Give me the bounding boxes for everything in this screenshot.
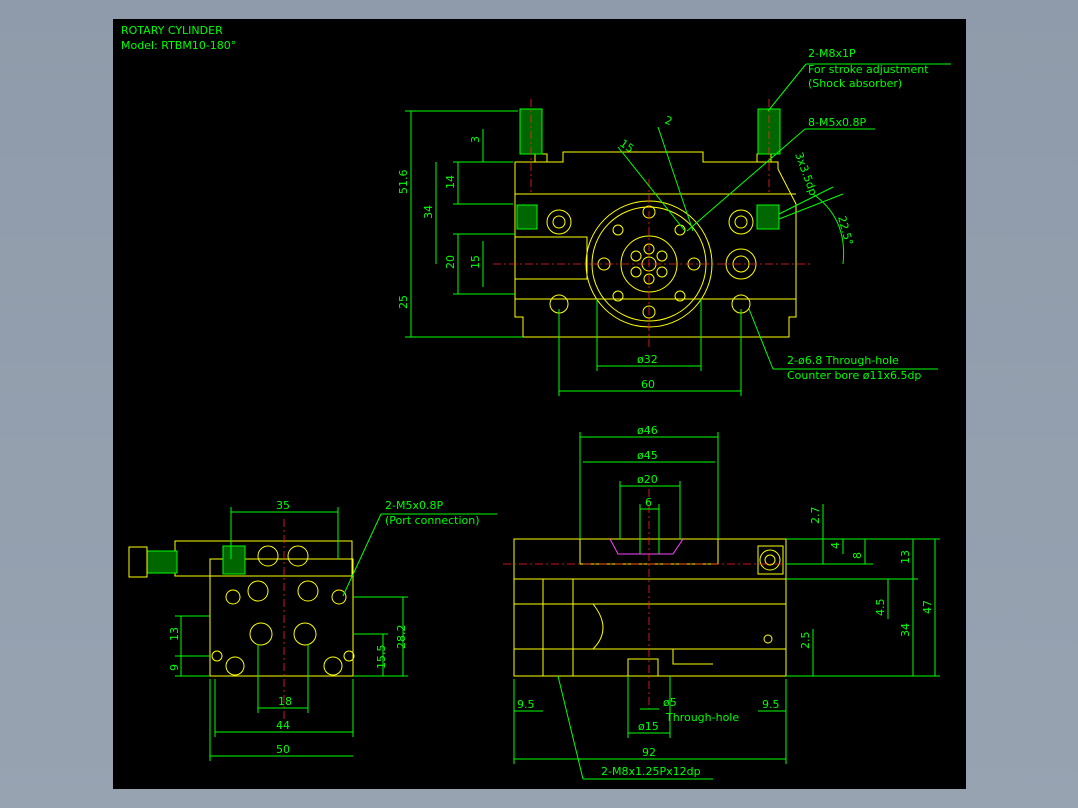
callout-m8: 2-M8x1.25Px12dp [601,765,701,778]
dim-18: 18 [278,695,292,708]
callout-stroke-2: For stroke adjustment [808,63,929,76]
front-view: ø46 ø45 ø20 6 2.7 4 8 13 47 4.5 34 2.5 9… [503,424,940,780]
dim-d45: ø45 [637,449,658,462]
callout-through-1: 2-ø6.8 Through-hole [787,354,899,367]
dim-13-front: 13 [899,550,912,564]
dim-20: 20 [444,255,457,269]
left-view-body [209,575,354,677]
dim-4-5: 4.5 [874,599,887,617]
callout-port-2: (Port connection) [385,514,480,527]
front-view-flange-section [609,538,684,555]
spring-left [516,204,538,230]
callout-stroke-1: 2-M8x1P [808,47,856,60]
socket-screw-left [546,209,572,235]
dim-9: 9 [168,664,181,671]
dim-through-hole: Through-hole [665,711,739,724]
dim-25: 25 [397,295,410,309]
dim-9-5-right: 9.5 [762,698,780,711]
dim-15-5: 15.5 [375,645,388,670]
dim-28-2: 28.2 [395,625,408,650]
title-line-2: Model: RTBM10-180° [121,39,236,52]
dim-60: 60 [641,378,655,391]
dim-13: 13 [168,627,181,641]
dim-15-angle: 15 [617,137,636,156]
dim-2: 2 [663,114,674,129]
dim-14: 14 [444,175,457,189]
dim-15: 15 [469,255,482,269]
dim-d15: ø15 [638,720,659,733]
cad-drawing: ROTARY CYLINDER Model: RTBM10-180° 51.6 … [121,24,951,780]
title-line-1: ROTARY CYLINDER [121,24,223,37]
dim-9-5-left: 9.5 [517,698,535,711]
drawing-canvas[interactable]: ROTARY CYLINDER Model: RTBM10-180° 51.6 … [113,19,966,789]
callout-m5: 8-M5x0.8P [808,116,866,129]
left-shaft-block [514,236,588,280]
callout-port-1: 2-M5x0.8P [385,499,443,512]
top-view-body [514,151,797,338]
dim-51-6: 51.6 [397,170,410,195]
dim-2-5: 2.5 [799,632,812,650]
callout-stroke-3: (Shock absorber) [808,77,902,90]
dim-d32: ø32 [637,353,658,366]
dim-34: 34 [422,205,435,219]
dim-50: 50 [276,743,290,756]
left-view: 35 13 9 28.2 15.5 18 44 50 2-M5x0.8P (Po… [128,499,497,761]
left-view-spring [146,550,178,574]
dim-3x3-5dp: 3x3.5dp [792,151,820,198]
callout-through-2: Counter bore ø11x6.5dp [787,369,921,382]
dim-2-7: 2.7 [809,507,822,525]
dim-47: 47 [921,600,934,614]
dim-44: 44 [276,719,290,732]
dim-34-front: 34 [899,623,912,637]
dim-6: 6 [645,496,652,509]
dim-8: 8 [851,552,864,559]
dim-22-5: 22.5° [835,214,855,246]
top-view: 51.6 3 14 34 20 15 25 15 2 8-M5x0.8P 2-M… [397,47,951,396]
dim-4: 4 [829,542,842,549]
front-view-body [513,578,787,677]
dim-d20: ø20 [637,473,658,486]
dim-35: 35 [276,499,290,512]
dim-3: 3 [469,136,482,143]
socket-screw-right [728,209,754,235]
dim-92: 92 [642,746,656,759]
cad-viewport-frame: ROTARY CYLINDER Model: RTBM10-180° 51.6 … [0,0,1078,808]
spring-right [756,204,780,230]
front-view-port [759,549,781,571]
dim-d46: ø46 [637,424,658,437]
